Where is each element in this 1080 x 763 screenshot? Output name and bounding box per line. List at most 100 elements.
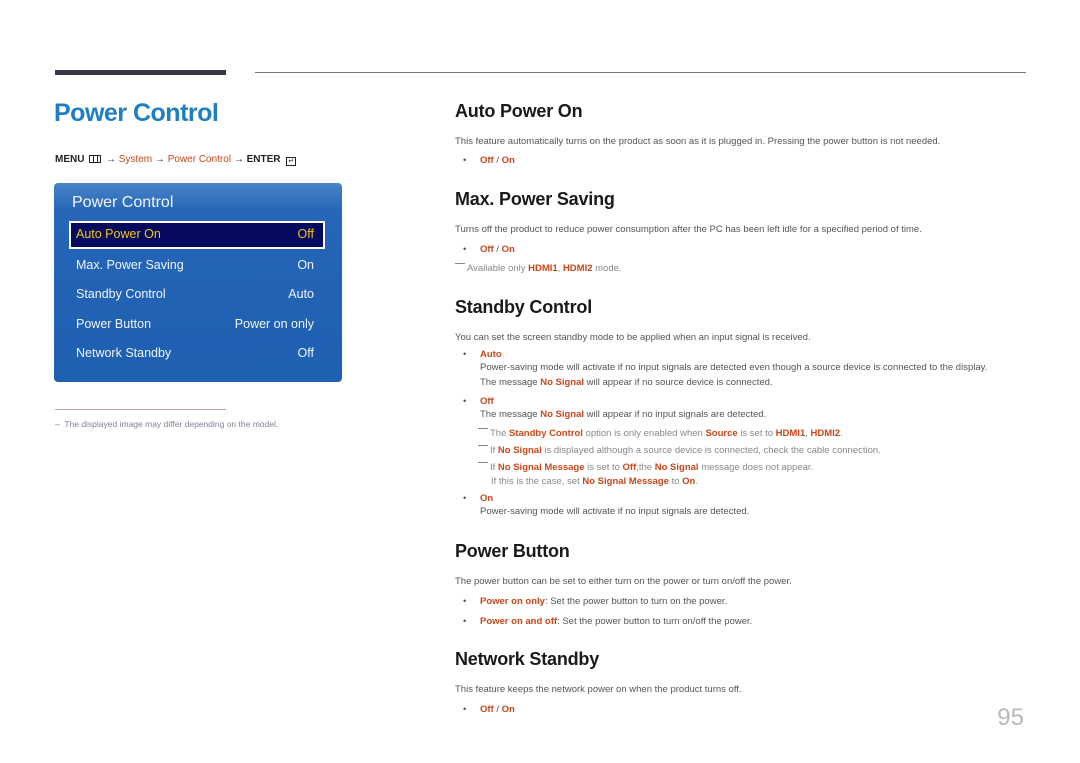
standby-control-label: Standby Control <box>509 428 583 439</box>
footnote-text: The displayed image may differ depending… <box>64 419 279 429</box>
page-number: 95 <box>997 704 1024 731</box>
page-title: Power Control <box>54 99 219 127</box>
text: option is only enabled when <box>582 428 706 439</box>
text: If <box>490 445 498 456</box>
bullet-icon: • <box>463 493 467 504</box>
footnote: – The displayed image may differ dependi… <box>55 419 278 429</box>
hdmi2-label: HDMI2 <box>810 428 841 439</box>
power-button-option-1: • Power on only: Set the power button to … <box>463 596 727 607</box>
bullet-icon: • <box>463 244 467 255</box>
note-dash-icon <box>478 462 488 463</box>
osd-menu-panel: Power Control Auto Power On Off Max. Pow… <box>54 183 342 382</box>
no-signal-label: No Signal <box>654 462 699 473</box>
hdmi2-label: HDMI2 <box>562 263 593 274</box>
note-text: Available only <box>467 263 529 274</box>
text: will appear if no input signals are dete… <box>584 409 767 420</box>
osd-title: Power Control <box>72 194 174 211</box>
option-off: Off <box>480 155 494 166</box>
bullet-icon: • <box>463 616 467 627</box>
heading-power-button: Power Button <box>455 541 570 561</box>
on-label: On <box>682 476 696 487</box>
text: to <box>668 476 683 487</box>
text: is displayed although a source device is… <box>541 445 881 456</box>
header-rule-thin <box>255 72 1026 73</box>
option-on: On <box>501 155 515 166</box>
option-off: Off <box>480 396 494 407</box>
max-power-saving-description: Turns off the product to reduce power co… <box>455 224 922 235</box>
network-standby-options: • Off / On <box>463 704 515 715</box>
osd-row-standby-control[interactable]: Standby Control Auto <box>70 282 324 308</box>
network-standby-description: This feature keeps the network power on … <box>455 684 742 695</box>
osd-row-value: Auto <box>288 287 314 301</box>
heading-auto-power-on: Auto Power On <box>455 101 583 121</box>
max-power-saving-note: Available only HDMI1, HDMI2 mode. <box>455 263 622 274</box>
standby-off-line: The message No Signal will appear if no … <box>480 409 766 420</box>
osd-row-value: On <box>297 258 314 272</box>
separator: / <box>493 704 502 715</box>
auto-power-on-description: This feature automatically turns on the … <box>455 136 941 147</box>
osd-row-label: Network Standby <box>76 346 172 360</box>
separator: / <box>493 244 502 255</box>
text: is set to <box>737 428 776 439</box>
option-power-on-only: Power on only <box>480 596 545 607</box>
standby-note-3-continued: If this is the case, set No Signal Messa… <box>491 476 698 487</box>
option-on: On <box>480 493 494 504</box>
off-label: Off <box>622 462 637 473</box>
osd-row-auto-power-on[interactable]: Auto Power On Off <box>69 221 325 249</box>
source-label: Source <box>705 428 738 439</box>
hdmi1-label: HDMI1 <box>528 263 558 274</box>
no-signal-label: No Signal <box>497 445 542 456</box>
osd-row-max-power-saving[interactable]: Max. Power Saving On <box>70 253 324 279</box>
standby-note-3: If No Signal Message is set to Off,the N… <box>478 462 813 473</box>
no-signal-message-label: No Signal Message <box>497 462 585 473</box>
option-power-on-and-off: Power on and off <box>480 616 558 627</box>
osd-row-value: Off <box>297 227 314 241</box>
footnote-dash: – <box>55 419 60 429</box>
text: If <box>490 462 498 473</box>
bullet-icon: • <box>463 596 467 607</box>
power-button-description: The power button can be set to either tu… <box>455 576 792 587</box>
hdmi1-label: HDMI1 <box>775 428 806 439</box>
note-dash-icon <box>455 263 465 264</box>
text: . <box>695 476 698 487</box>
text: ,the <box>636 462 655 473</box>
separator: / <box>493 155 502 166</box>
bullet-icon: • <box>463 349 467 360</box>
text: The message <box>480 377 541 388</box>
osd-row-label: Power Button <box>76 317 152 331</box>
osd-row-value: Off <box>297 346 314 360</box>
option-off: Off <box>480 244 494 255</box>
arrow: → <box>154 154 165 165</box>
osd-row-value: Power on only <box>234 317 314 331</box>
standby-on-line: Power-saving mode will activate if no in… <box>480 506 750 517</box>
osd-row-power-button[interactable]: Power Button Power on only <box>70 312 324 338</box>
arrow: → <box>233 154 244 165</box>
enter-icon: ↵ <box>286 157 297 166</box>
max-power-saving-options: • Off / On <box>463 244 515 255</box>
text: . <box>840 428 843 439</box>
menu-path-breadcrumb: MENU → System → Power Control → ENTER ↵ <box>55 154 297 166</box>
osd-row-label: Auto Power On <box>76 227 161 241</box>
text: message does not appear. <box>698 462 814 473</box>
heading-network-standby: Network Standby <box>455 649 600 669</box>
standby-note-2: If No Signal is displayed although a sou… <box>478 445 881 456</box>
text: If this is the case, set <box>491 476 583 487</box>
note-dash-icon <box>478 445 488 446</box>
note-dash-icon <box>478 428 488 429</box>
arrow: → <box>106 154 117 165</box>
heading-max-power-saving: Max. Power Saving <box>455 189 615 209</box>
osd-row-label: Standby Control <box>76 287 166 301</box>
menu-label: MENU <box>55 154 85 165</box>
standby-auto-line1: Power-saving mode will activate if no in… <box>480 362 988 373</box>
power-button-option-2: • Power on and off: Set the power button … <box>463 616 752 627</box>
standby-note-1: The Standby Control option is only enabl… <box>478 428 843 439</box>
text: The message <box>480 409 541 420</box>
text: : Set the power button to turn on/off th… <box>557 616 753 627</box>
osd-row-network-standby[interactable]: Network Standby Off <box>70 341 324 367</box>
bullet-icon: • <box>463 704 467 715</box>
power-control-label: Power Control <box>167 154 232 165</box>
standby-option-on: • On <box>463 493 493 504</box>
standby-option-auto: • Auto <box>463 349 502 360</box>
bullet-icon: • <box>463 155 467 166</box>
auto-power-on-options: • Off / On <box>463 155 515 166</box>
